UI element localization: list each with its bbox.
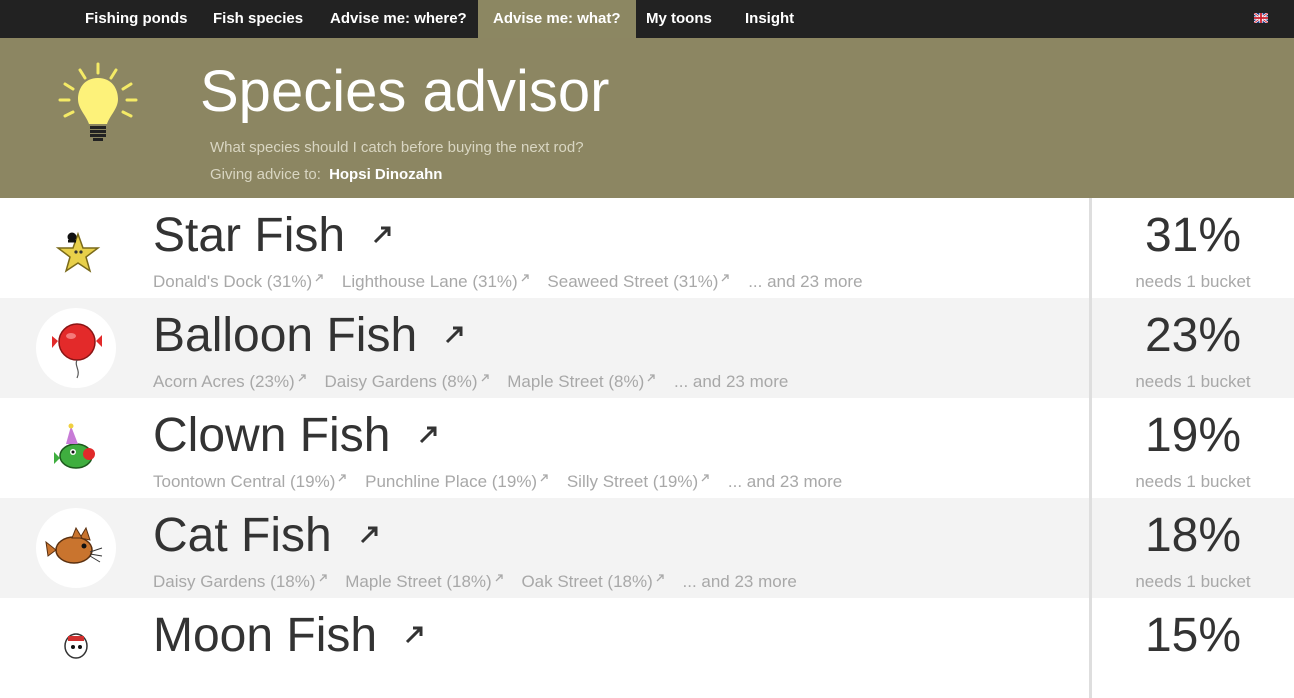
species-row: Star Fish Donald's Dock (31%) Lighthouse… (0, 198, 1294, 298)
star-fish-icon (36, 208, 116, 288)
advice-label: Giving advice to: (210, 166, 321, 183)
pond-link[interactable]: Acorn Acres (23%) (153, 372, 306, 391)
nav-my-toons[interactable]: My toons (631, 0, 727, 38)
species-name[interactable]: Clown Fish (153, 406, 438, 466)
page-header: Species advisor What species should I ca… (0, 38, 1294, 198)
external-link-icon (315, 274, 323, 282)
external-link-icon (319, 574, 327, 582)
more-ponds-link[interactable]: ... and 23 more (674, 372, 788, 391)
pond-list: Daisy Gardens (18%) Maple Street (18%) O… (153, 572, 797, 592)
pond-link[interactable]: Maple Street (8%) (507, 372, 655, 391)
catch-percentage: 18% (1144, 509, 1242, 562)
toon-name[interactable]: Hopsi Dinozahn (329, 166, 442, 183)
bucket-requirement: needs 1 bucket (1135, 372, 1251, 391)
pond-link[interactable]: Toontown Central (19%) (153, 472, 347, 491)
light-bulb-icon (58, 62, 138, 141)
more-ponds-link[interactable]: ... and 23 more (748, 272, 862, 291)
catch-percentage: 15% (1144, 609, 1242, 662)
pond-link[interactable]: Daisy Gardens (18%) (153, 572, 327, 591)
balloon-fish-icon (36, 308, 116, 388)
page-subtitle: What species should I catch before buyin… (210, 139, 584, 156)
uk-flag-icon[interactable] (1254, 13, 1268, 23)
pond-link[interactable]: Punchline Place (19%) (365, 472, 548, 491)
nav-advise-what[interactable]: Advise me: what? (478, 0, 636, 38)
external-link-icon (722, 274, 730, 282)
external-link-icon[interactable] (418, 425, 438, 445)
clown-fish-icon (36, 408, 116, 488)
species-name[interactable]: Moon Fish (153, 606, 424, 666)
more-ponds-link[interactable]: ... and 23 more (728, 472, 842, 491)
external-link-icon[interactable] (404, 625, 424, 645)
pond-link[interactable]: Donald's Dock (31%) (153, 272, 323, 291)
species-list: Star Fish Donald's Dock (31%) Lighthouse… (0, 198, 1294, 698)
pond-link[interactable]: Oak Street (18%) (521, 572, 664, 591)
external-link-icon (701, 474, 709, 482)
nav-advise-where[interactable]: Advise me: where? (315, 0, 482, 38)
bucket-requirement: needs 1 bucket (1135, 272, 1251, 291)
nav-insight[interactable]: Insight (730, 0, 809, 38)
species-name[interactable]: Balloon Fish (153, 306, 464, 366)
species-row: Clown Fish Toontown Central (19%) Punchl… (0, 398, 1294, 498)
catch-percentage: 19% (1144, 409, 1242, 462)
external-link-icon (521, 274, 529, 282)
external-link-icon[interactable] (372, 225, 392, 245)
species-row: Cat Fish Daisy Gardens (18%) Maple Stree… (0, 498, 1294, 598)
pond-link[interactable]: Maple Street (18%) (345, 572, 503, 591)
cat-fish-icon (36, 508, 116, 588)
bucket-requirement: needs 1 bucket (1135, 572, 1251, 591)
nav-fishing-ponds[interactable]: Fishing ponds (70, 0, 203, 38)
external-link-icon (481, 374, 489, 382)
bucket-requirement: needs 1 bucket (1135, 472, 1251, 491)
advice-target: Giving advice to: Hopsi Dinozahn (210, 166, 442, 183)
external-link-icon (656, 574, 664, 582)
external-link-icon[interactable] (359, 525, 379, 545)
catch-percentage: 23% (1144, 309, 1242, 362)
pond-link[interactable]: Silly Street (19%) (567, 472, 709, 491)
pond-list: Donald's Dock (31%) Lighthouse Lane (31%… (153, 272, 863, 292)
external-link-icon (540, 474, 548, 482)
species-name[interactable]: Star Fish (153, 206, 392, 266)
nav-fish-species[interactable]: Fish species (198, 0, 318, 38)
external-link-icon (338, 474, 347, 482)
moon-fish-icon (36, 608, 116, 688)
external-link-icon (647, 374, 655, 382)
external-link-icon (495, 574, 503, 582)
pond-list: Acorn Acres (23%) Daisy Gardens (8%) Map… (153, 372, 788, 392)
external-link-icon (298, 374, 306, 382)
species-row: Moon Fish 15% (0, 598, 1294, 698)
page-title: Species advisor (200, 59, 610, 124)
catch-percentage: 31% (1144, 209, 1242, 262)
pond-list: Toontown Central (19%) Punchline Place (… (153, 472, 842, 492)
external-link-icon[interactable] (444, 325, 464, 345)
pond-link[interactable]: Seaweed Street (31%) (547, 272, 730, 291)
pond-link[interactable]: Lighthouse Lane (31%) (342, 272, 529, 291)
species-row: Balloon Fish Acorn Acres (23%) Daisy Gar… (0, 298, 1294, 398)
pond-link[interactable]: Daisy Gardens (8%) (324, 372, 489, 391)
species-name[interactable]: Cat Fish (153, 506, 379, 566)
more-ponds-link[interactable]: ... and 23 more (683, 572, 797, 591)
top-nav: Fishing ponds Fish species Advise me: wh… (0, 0, 1294, 38)
